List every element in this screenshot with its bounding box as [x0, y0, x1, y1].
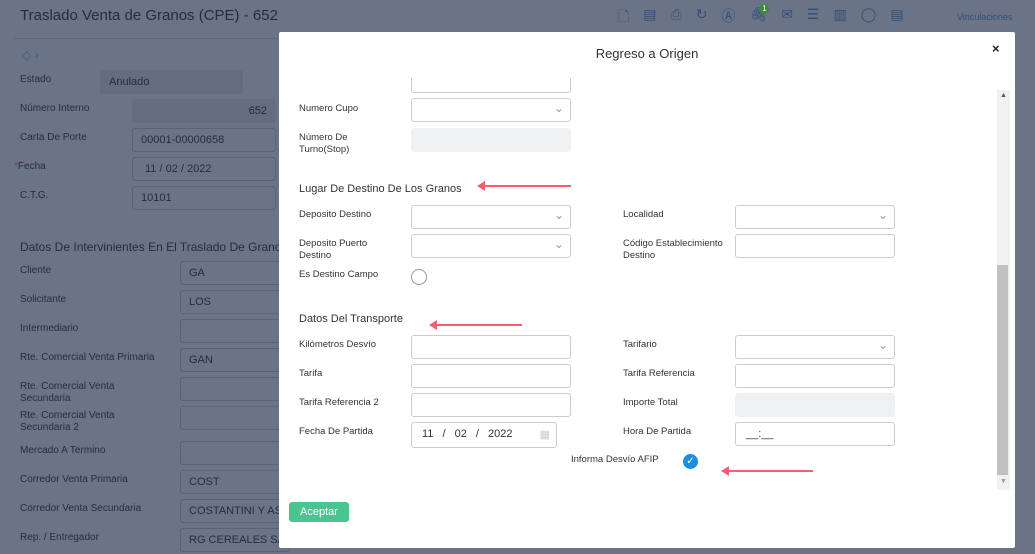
- fecha-partida-label: Fecha De Partida: [299, 426, 373, 437]
- attachment-icon[interactable]: 🖇 1: [749, 4, 770, 30]
- fecha-input[interactable]: 11 / 02 / 2022: [132, 157, 276, 181]
- numero-turno-label: Número De Turno(Stop): [299, 132, 350, 155]
- hora-partida-input[interactable]: __:__: [735, 422, 895, 446]
- fecha-partida-input[interactable]: 11 / 02 / 2022 ▦: [411, 422, 557, 448]
- fecha-label: Fecha: [17, 161, 46, 172]
- tag-icon[interactable]: ◇ ›: [22, 48, 39, 62]
- notes-icon[interactable]: ▤: [890, 6, 903, 30]
- numero-cupo-select[interactable]: [411, 98, 571, 122]
- importe-total-label: Importe Total: [623, 397, 678, 408]
- tarifa-referencia-label: Tarifa Referencia: [623, 368, 695, 379]
- attachment-badge: 1: [759, 4, 770, 14]
- codigo-establecimiento-label: Código Establecimiento Destino: [623, 238, 723, 261]
- party-label: Rep. / Entregador: [20, 532, 99, 543]
- annotation-arrow: [721, 466, 813, 476]
- party-input[interactable]: RG CEREALES SA: [180, 528, 290, 552]
- party-label: Solicitante: [20, 294, 67, 305]
- localidad-label: Localidad: [623, 209, 664, 220]
- ctg-label: C.T.G.: [20, 190, 49, 201]
- section-destino: Lugar De Destino De Los Granos: [299, 183, 462, 195]
- mail-icon[interactable]: ✉: [781, 6, 793, 30]
- toolbar: 🗋 ▤ ⎙ ↻ Ⓐ 🖇 1 ✉ ☰ ▥ ◯ ▤: [618, 4, 904, 30]
- tarifario-select[interactable]: [735, 335, 895, 359]
- deposito-destino-select[interactable]: [411, 205, 571, 229]
- party-label: Cliente: [20, 265, 52, 276]
- es-destino-campo-radio[interactable]: [411, 269, 427, 285]
- tarifa-input[interactable]: [411, 364, 571, 388]
- numero-interno-field: 652: [132, 99, 276, 123]
- informa-desvio-checkbox[interactable]: ✓: [683, 454, 698, 469]
- accept-button[interactable]: Aceptar: [289, 502, 349, 522]
- party-input[interactable]: [180, 377, 290, 401]
- party-input[interactable]: [180, 441, 290, 465]
- document-icon[interactable]: ▥: [834, 6, 847, 30]
- carta-porte-input[interactable]: 00001-00000658: [132, 128, 276, 152]
- tarifa-referencia-input[interactable]: [735, 364, 895, 388]
- party-input[interactable]: COST: [180, 470, 290, 494]
- carta-porte-label: Carta De Porte: [20, 132, 87, 143]
- modal-title: Regreso a Origen: [595, 46, 699, 61]
- party-input[interactable]: GA: [180, 261, 290, 285]
- tarifa-label: Tarifa: [299, 368, 323, 379]
- informa-desvio-label: Informa Desvío AFIP: [571, 454, 659, 465]
- estado-field: Anulado: [100, 70, 243, 94]
- tarifa-referencia-2-input[interactable]: [411, 393, 571, 417]
- annotation-arrow: [477, 181, 571, 191]
- importe-total-field: [735, 393, 895, 417]
- party-input[interactable]: LOS: [180, 290, 290, 314]
- print-icon[interactable]: ⎙: [671, 6, 682, 30]
- close-icon[interactable]: ×: [992, 41, 1000, 56]
- scroll-up-icon[interactable]: ▲: [1000, 92, 1007, 99]
- tarifa-referencia-2-label: Tarifa Referencia 2: [299, 397, 379, 408]
- hora-partida-label: Hora De Partida: [623, 426, 692, 437]
- estado-label: Estado: [20, 74, 52, 85]
- party-label: Rte. Comercial Venta Primaria: [20, 352, 155, 363]
- scroll-down-icon[interactable]: ▼: [1000, 478, 1007, 485]
- comment-icon[interactable]: ◯: [861, 6, 877, 30]
- numero-turno-field: [411, 128, 571, 152]
- divider: [14, 38, 279, 39]
- km-desvio-label: Kilómetros Desvío: [299, 339, 377, 350]
- new-document-icon[interactable]: 🗋: [618, 6, 629, 30]
- vinculaciones-link[interactable]: Vinculaciones: [957, 12, 1012, 22]
- party-input[interactable]: COSTANTINI Y AS: [180, 499, 290, 523]
- party-input[interactable]: [180, 406, 290, 430]
- partial-input[interactable]: [411, 78, 571, 93]
- fecha-partida-value: 11 / 02 / 2022: [422, 428, 513, 440]
- section-transporte: Datos Del Transporte: [299, 313, 403, 325]
- numero-cupo-label: Numero Cupo: [299, 103, 359, 114]
- party-input[interactable]: [180, 319, 290, 343]
- localidad-select[interactable]: [735, 205, 895, 229]
- save-icon[interactable]: ▤: [643, 6, 656, 30]
- party-label: Corredor Venta Secundaria: [20, 503, 142, 514]
- section-intervinientes: Datos De Intervinientes En El Traslado D…: [20, 240, 288, 254]
- text-icon[interactable]: Ⓐ: [721, 6, 735, 30]
- tarifario-label: Tarifario: [623, 339, 657, 350]
- es-destino-campo-label: Es Destino Campo: [299, 269, 379, 280]
- numero-interno-label: Número Interno: [20, 103, 90, 114]
- party-label: Intermediario: [20, 323, 79, 334]
- km-desvio-input[interactable]: [411, 335, 571, 359]
- page-title: Traslado Venta de Granos (CPE) - 652: [20, 7, 278, 24]
- party-label: Rte. Comercial Venta Secundaria: [20, 381, 115, 404]
- ctg-input[interactable]: 10101: [132, 186, 276, 210]
- calendar-icon[interactable]: ▦: [540, 428, 550, 441]
- party-input[interactable]: GAN: [180, 348, 290, 372]
- checklist-icon[interactable]: ☰: [807, 6, 820, 30]
- party-label: Mercado A Termino: [20, 445, 106, 456]
- party-label: Corredor Venta Primaria: [20, 474, 128, 485]
- deposito-destino-label: Deposito Destino: [299, 209, 372, 220]
- regreso-origen-modal: Regreso a Origen × Numero Cupo Número De…: [279, 32, 1015, 548]
- party-label: Rte. Comercial Venta Secundaria 2: [20, 410, 115, 433]
- deposito-puerto-select[interactable]: [411, 234, 571, 258]
- history-icon[interactable]: ↻: [696, 6, 708, 30]
- annotation-arrow: [429, 320, 522, 330]
- codigo-establecimiento-input[interactable]: [735, 234, 895, 258]
- scrollbar-thumb[interactable]: [997, 265, 1008, 475]
- deposito-puerto-label: Deposito Puerto Destino: [299, 238, 368, 261]
